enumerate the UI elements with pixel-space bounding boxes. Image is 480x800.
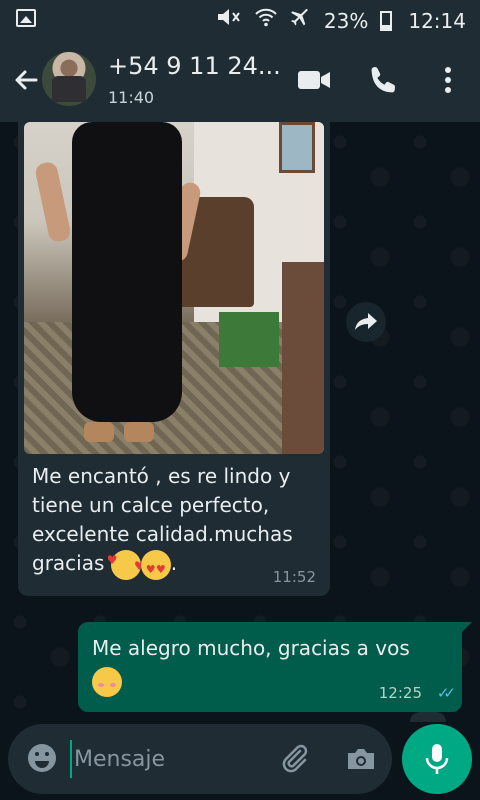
photo-crate xyxy=(219,312,279,367)
photo-black-dress xyxy=(72,122,182,422)
image-icon xyxy=(16,9,36,27)
contact-name[interactable]: +54 9 11 24... xyxy=(108,52,281,80)
status-icons: 23% 12:14 xyxy=(216,6,466,35)
incoming-message[interactable]: Me encantó , es re lindo y tiene un calc… xyxy=(18,122,330,596)
avatar[interactable] xyxy=(42,52,96,106)
wifi-icon xyxy=(254,6,278,35)
mic-icon xyxy=(425,744,449,774)
reaction-badge xyxy=(410,712,446,722)
airplane-icon xyxy=(290,6,312,35)
photo-fireplace xyxy=(282,262,324,454)
photo-sandal xyxy=(84,422,114,442)
smiling-face-blush-emoji xyxy=(92,666,122,697)
message-trailing: . xyxy=(170,551,178,575)
mic-button[interactable] xyxy=(402,724,472,794)
status-bar: 23% 12:14 xyxy=(0,0,480,38)
message-input-box xyxy=(8,724,392,794)
incoming-message-text: Me encantó , es re lindo y tiene un calc… xyxy=(32,462,322,584)
last-seen: 11:40 xyxy=(108,88,155,107)
photo-picture-frame xyxy=(279,122,315,173)
photo-arm xyxy=(33,160,73,244)
more-options-icon[interactable] xyxy=(428,60,468,100)
battery-icon xyxy=(380,10,393,31)
smiling-face-with-hearts-emoji xyxy=(107,546,145,581)
outgoing-message[interactable]: Me alegro mucho, gracias a vos 12:25 ✓✓ xyxy=(78,622,472,712)
heart-eyes-emoji xyxy=(140,549,171,584)
clock: 12:14 xyxy=(408,8,466,33)
read-ticks-icon: ✓✓ xyxy=(436,684,456,702)
incoming-message-time: 11:52 xyxy=(272,568,316,586)
composer xyxy=(0,722,480,800)
message-input[interactable] xyxy=(70,740,276,778)
emoji-icon[interactable] xyxy=(26,742,58,774)
battery-percent: 23% xyxy=(323,8,369,33)
attach-icon[interactable] xyxy=(278,742,312,776)
camera-icon[interactable] xyxy=(344,742,378,776)
forward-icon[interactable] xyxy=(346,302,386,342)
outgoing-message-time: 12:25 xyxy=(378,684,422,702)
chat-header: +54 9 11 24... 11:40 xyxy=(0,38,480,122)
voice-call-icon[interactable] xyxy=(364,60,404,100)
photo-sandal xyxy=(124,422,154,442)
chat-area[interactable]: Me encantó , es re lindo y tiene un calc… xyxy=(0,122,480,722)
video-call-icon[interactable] xyxy=(294,60,334,100)
mute-icon xyxy=(216,6,242,35)
message-photo[interactable] xyxy=(24,122,324,454)
message-text: Me alegro mucho, gracias a vos xyxy=(92,636,410,660)
back-arrow-icon[interactable] xyxy=(8,62,44,98)
